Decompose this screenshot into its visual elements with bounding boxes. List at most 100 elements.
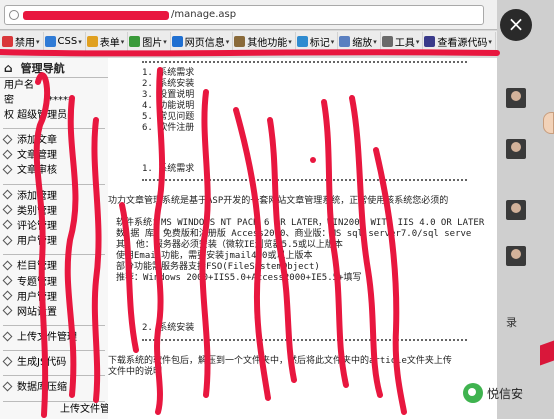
nav-link[interactable]: 文章管理 [2, 148, 105, 163]
text-line: 下载系统的软件包后，解压到一个文件夹中，然后将此文件夹中的article文件夹上… [108, 356, 452, 366]
toolbar-image-button[interactable]: 图片 ▾ [128, 31, 171, 52]
toolbar-label: 其他功能 [247, 38, 288, 49]
nav-link[interactable]: 栏目管理 [2, 259, 105, 274]
site-identity-icon[interactable] [9, 10, 19, 20]
chevron-down-icon: ▾ [288, 37, 292, 46]
text-line: 6. 软件注册 [142, 123, 195, 133]
nav-link-label: 类别管理 [17, 205, 57, 217]
nav-header: ⌂ 管理导航 [0, 58, 108, 78]
diamond-bullet-icon [2, 381, 13, 392]
password-line: 密 ***** [0, 93, 108, 108]
text-line: 部分功能需服务器支持FSO(FileSystemObject) [116, 262, 320, 272]
nav-link[interactable]: 专题管理 [2, 275, 105, 290]
side-text: 录 [506, 316, 517, 329]
toolbar-label: 禁用 [15, 38, 35, 49]
nav-link[interactable]: 上传文件管理 [2, 330, 105, 345]
nav-link-label: 上传文件管理 [17, 332, 77, 344]
nav-group: 生成JS代码 [2, 351, 105, 377]
separator-line [142, 61, 467, 63]
nav-link[interactable]: 生成JS代码 [2, 355, 105, 370]
text-line: 使用Email功能，需要安装jmail4.0或以上版本 [116, 251, 313, 261]
nav-group: 栏目管理专题管理用户管理 网站设置 [2, 255, 105, 327]
username-line: 用户名 [4, 80, 34, 91]
toolbar-form-button[interactable]: 表单 ▾ [86, 31, 129, 52]
text-line: 2. 系统安装 [142, 79, 195, 89]
nav-link-label: 文章管理 [17, 150, 57, 162]
home-icon: ⌂ [4, 60, 13, 75]
section2-body: 下载系统的软件包后，解压到一个文件夹中，然后将此文件夹中的article文件夹上… [108, 356, 452, 378]
nav-group: 添加文章文章管理文章审核 [2, 129, 105, 185]
diamond-bullet-icon [2, 305, 13, 316]
nav-link-label: 专题管理 [17, 276, 57, 288]
info-icon [171, 36, 183, 47]
toolbar-info-button[interactable]: 网页信息 ▾ [171, 31, 234, 52]
readme-content-frame: 1. 系统需求 2. 系统安装 3. 设置说明 4. 功能说明 5. 常见问题 6. 软件… [108, 58, 554, 419]
diamond-bullet-icon [2, 189, 13, 200]
toolbar-misc-button[interactable]: 其他功能 ▾ [233, 31, 296, 52]
toolbar-mark-button[interactable]: 标记 ▾ [296, 31, 339, 52]
admin-nav-frame: ⌂ 管理导航 用户名 密 ***** 权 超级管理员 添加文章 文章管理 文章审核 添加… [0, 58, 120, 419]
url-input[interactable]: /manage.asp [4, 5, 484, 25]
image-icon [129, 36, 141, 47]
permission-line: 权 超级管理员 [4, 110, 68, 121]
toolbar-css-button[interactable]: CSS ▾ [44, 31, 86, 52]
chevron-down-icon: ▾ [373, 37, 377, 46]
nav-title: 管理导航 [20, 61, 65, 75]
avatar [506, 88, 526, 108]
nav-link[interactable]: 数据库压缩 [2, 380, 105, 395]
nav-link[interactable]: 文章审核 [2, 163, 105, 178]
nav-link-label: 数据库压缩 [17, 382, 67, 394]
developer-toolbar: 禁用 ▾ CSS ▾ 表单 ▾ 图片 ▾ 网页信息 ▾ 其他功能 ▾ 标记 ▾ 缩放 ▾ 工具 ▾ 查看源代码 ▾ [0, 31, 516, 53]
toolbar-tools-button[interactable]: 工具 ▾ [381, 31, 424, 52]
nav-link[interactable]: 添加管理 [2, 189, 105, 204]
separator-line [142, 179, 467, 181]
chevron-down-icon: ▾ [78, 37, 82, 46]
toolbar-label: CSS [57, 36, 78, 47]
diamond-bullet-icon [2, 235, 13, 246]
nav-link[interactable]: 评论管理 [2, 219, 105, 234]
zoom-icon [339, 36, 351, 47]
nav-link-label: 用户管理 [17, 236, 57, 248]
nav-link-label: 文章审核 [17, 165, 57, 177]
address-bar: /manage.asp [0, 0, 497, 30]
text-line: 4. 功能说明 [142, 101, 195, 111]
nav-link-label: 添加文章 [17, 135, 57, 146]
nav-link[interactable]: 添加文章 [2, 133, 105, 148]
toolbar-disable-button[interactable]: 禁用 ▾ [1, 31, 44, 52]
toolbar-label: 网页信息 [184, 38, 225, 49]
misc-icon [234, 36, 246, 47]
section1-title: 1. 系统需求 [142, 164, 195, 174]
diamond-bullet-icon [2, 275, 13, 286]
avatar [506, 139, 526, 159]
tools-icon [381, 36, 393, 47]
nav-link[interactable]: 上传文件管理 [0, 402, 120, 417]
toolbar-label: 查看源代码 [437, 38, 488, 49]
text-line: 推荐：Windows 2000+IIS5.0+Access2000+IE5.5+… [116, 273, 362, 283]
toolbar-source-button[interactable]: 查看源代码 ▾ [423, 31, 496, 52]
close-button[interactable]: × [500, 9, 532, 41]
diamond-bullet-icon [2, 164, 13, 175]
nav-link[interactable]: 用户管理 [2, 290, 105, 305]
nav-link[interactable]: 网站设置 [2, 305, 105, 320]
chevron-down-icon: ▾ [225, 37, 230, 46]
password-mask: ***** [48, 95, 73, 106]
nav-link[interactable]: 用户管理 [2, 234, 105, 249]
nav-link-label: 评论管理 [17, 220, 57, 232]
url-text: /manage.asp [171, 9, 237, 20]
table-of-contents: 1. 系统需求 2. 系统安装 3. 设置说明 4. 功能说明 5. 常见问题 6. 软件… [142, 68, 194, 134]
nav-link-label: 栏目管理 [17, 261, 57, 273]
text-line: 其 他：服务器必须安装（微软IE浏览器5.5或以上版本 [116, 240, 343, 250]
toolbar-label: 缩放 [352, 38, 373, 49]
source-icon [424, 36, 436, 47]
text-line: 数 据 库：免费版和注册版 Access2000、商业版：MS sql serv… [116, 229, 472, 239]
avatar [506, 246, 526, 266]
nav-group: 上传文件管理 [2, 326, 105, 352]
nav-link-label: 添加管理 [17, 190, 57, 202]
text-line: 软件系统：MS WINDOWS NT PACK 6 OR LATER，WIN20… [116, 218, 485, 228]
text-line: 1. 系统需求 [142, 68, 195, 78]
chevron-down-icon: ▾ [163, 37, 167, 46]
toolbar-zoom-button[interactable]: 缩放 ▾ [338, 31, 381, 52]
nav-link[interactable]: 类别管理 [2, 204, 105, 219]
toolbar-label: 工具 [394, 38, 415, 49]
nav-link-label: 网站设置 [17, 306, 57, 318]
